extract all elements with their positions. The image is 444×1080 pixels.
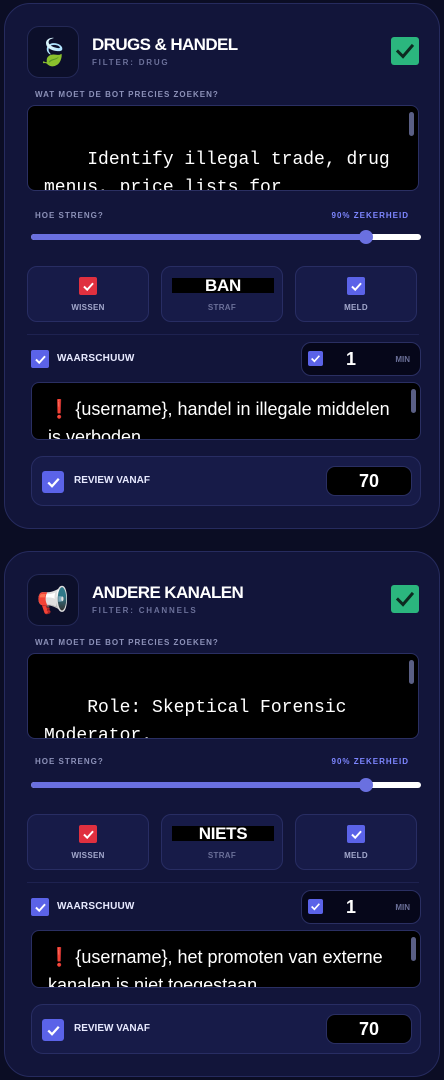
slider-fill — [31, 782, 366, 788]
penalty-select[interactable]: BAN — [172, 277, 274, 294]
warn-label: WAARSCHUUW — [57, 901, 135, 912]
wipe-checkbox[interactable] — [79, 825, 97, 843]
strictness-slider[interactable] — [31, 230, 421, 244]
scrollbar[interactable] — [411, 389, 416, 413]
check-icon — [311, 903, 320, 911]
scrollbar[interactable] — [409, 112, 414, 136]
check-icon — [311, 355, 320, 363]
search-prompt-input[interactable]: Role: Skeptical Forensic Moderator. Targ… — [27, 653, 419, 739]
review-threshold-input[interactable]: 70 — [326, 466, 412, 496]
penalty-label: STRAF — [207, 303, 237, 312]
search-prompt-text: Identify illegal trade, drug menus, pric… — [44, 150, 390, 191]
divider — [27, 882, 419, 883]
report-label: MELD — [344, 303, 368, 312]
card-filter-label: FILTER: DRUG — [92, 58, 170, 67]
check-icon — [350, 282, 362, 291]
penalty-select[interactable]: NIETS — [172, 825, 274, 842]
mute-minutes-box[interactable]: 1 MIN — [301, 342, 421, 376]
option-penalty[interactable]: NIETS STRAF — [161, 814, 283, 870]
report-checkbox[interactable] — [347, 825, 365, 843]
wipe-checkbox[interactable] — [79, 277, 97, 295]
scrollbar[interactable] — [409, 660, 414, 684]
warn-checkbox[interactable] — [31, 350, 49, 368]
card-header: 🍃 DRUGS & HANDEL FILTER: DRUG — [27, 26, 419, 78]
card-title: DRUGS & HANDEL — [92, 35, 238, 54]
option-wipe[interactable]: WISSEN — [27, 266, 149, 322]
review-checkbox[interactable] — [42, 1019, 64, 1041]
check-icon — [34, 355, 46, 364]
search-prompt-text: Role: Skeptical Forensic Moderator. Targ… — [44, 698, 347, 739]
mute-checkbox[interactable] — [308, 351, 323, 366]
option-report[interactable]: MELD — [295, 266, 417, 322]
card-filter-label: FILTER: CHANNELS — [92, 606, 198, 615]
review-label: REVIEW VANAF — [74, 1023, 150, 1034]
check-icon — [395, 591, 415, 607]
strictness-value: 90% ZEKERHEID — [331, 211, 409, 220]
slider-handle[interactable] — [359, 778, 373, 792]
check-icon — [46, 1025, 60, 1036]
strictness-label: HOE STRENG? — [35, 211, 104, 220]
scrollbar[interactable] — [411, 937, 416, 961]
enable-toggle[interactable] — [391, 37, 419, 65]
warn-message-input[interactable]: ❗ {username}, het promoten van externe k… — [31, 930, 421, 988]
card-title: ANDERE KANALEN — [92, 583, 244, 602]
wipe-label: WISSEN — [71, 851, 105, 860]
mute-checkbox[interactable] — [308, 899, 323, 914]
check-icon — [350, 830, 362, 839]
check-icon — [82, 830, 94, 839]
mute-minutes-box[interactable]: 1 MIN — [301, 890, 421, 924]
divider — [27, 334, 419, 335]
megaphone-icon: 📢 — [27, 574, 79, 626]
report-checkbox[interactable] — [347, 277, 365, 295]
search-prompt-label: WAT MOET DE BOT PRECIES ZOEKEN? — [35, 90, 219, 99]
warn-message-input[interactable]: ❗ {username}, handel in illegale middele… — [31, 382, 421, 440]
report-label: MELD — [344, 851, 368, 860]
option-report[interactable]: MELD — [295, 814, 417, 870]
option-penalty[interactable]: BAN STRAF — [161, 266, 283, 322]
search-prompt-input[interactable]: Identify illegal trade, drug menus, pric… — [27, 105, 419, 191]
review-threshold-input[interactable]: 70 — [326, 1014, 412, 1044]
filter-card-drugs: 🍃 DRUGS & HANDEL FILTER: DRUG WAT MOET D… — [4, 3, 440, 529]
warn-message-text: ❗ {username}, het promoten van externe k… — [48, 947, 383, 988]
strictness-slider[interactable] — [31, 778, 421, 792]
mute-minutes-value[interactable]: 1 — [346, 897, 356, 918]
penalty-label: STRAF — [207, 851, 237, 860]
mute-unit: MIN — [395, 903, 410, 912]
warn-message-text: ❗ {username}, handel in illegale middele… — [48, 399, 390, 440]
slider-handle[interactable] — [359, 230, 373, 244]
warn-checkbox[interactable] — [31, 898, 49, 916]
search-prompt-label: WAT MOET DE BOT PRECIES ZOEKEN? — [35, 638, 219, 647]
review-row: REVIEW VANAF 70 — [31, 1004, 421, 1054]
warn-label: WAARSCHUUW — [57, 353, 135, 364]
slider-fill — [31, 234, 366, 240]
review-row: REVIEW VANAF 70 — [31, 456, 421, 506]
strictness-value: 90% ZEKERHEID — [331, 757, 409, 766]
enable-toggle[interactable] — [391, 585, 419, 613]
card-header: 📢 ANDERE KANALEN FILTER: CHANNELS — [27, 574, 419, 626]
mute-minutes-value[interactable]: 1 — [346, 349, 356, 370]
check-icon — [82, 282, 94, 291]
option-wipe[interactable]: WISSEN — [27, 814, 149, 870]
check-icon — [395, 43, 415, 59]
wipe-label: WISSEN — [71, 303, 105, 312]
review-checkbox[interactable] — [42, 471, 64, 493]
leaf-icon: 🍃 — [27, 26, 79, 78]
review-label: REVIEW VANAF — [74, 475, 150, 486]
check-icon — [46, 477, 60, 488]
mute-unit: MIN — [395, 355, 410, 364]
filter-card-channels: 📢 ANDERE KANALEN FILTER: CHANNELS WAT MO… — [4, 551, 440, 1077]
check-icon — [34, 903, 46, 912]
strictness-label: HOE STRENG? — [35, 757, 104, 766]
